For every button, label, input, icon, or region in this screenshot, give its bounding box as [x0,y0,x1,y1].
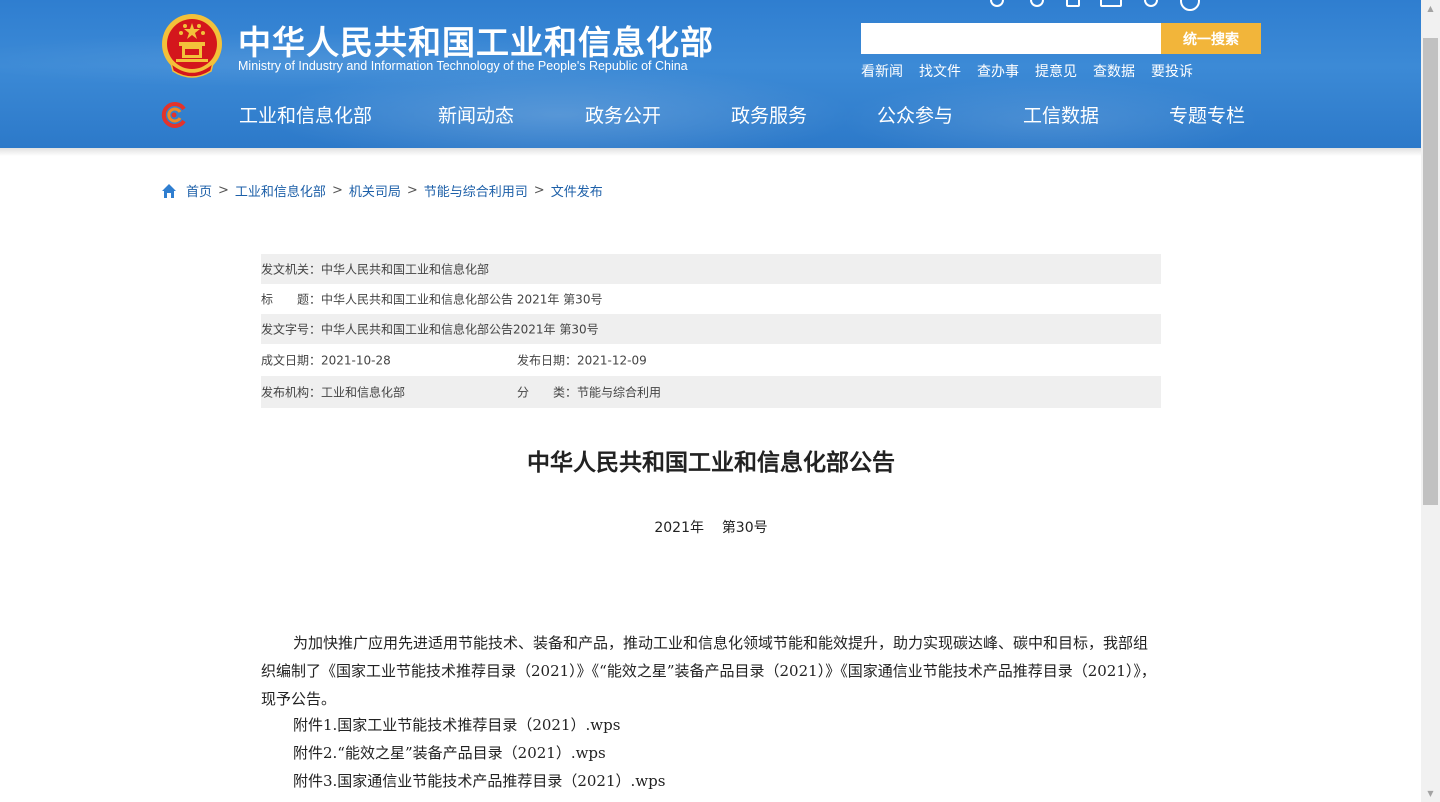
doc-number-label: 发文字号： [261,322,322,337]
breadcrumb-separator: > [406,183,418,198]
site-title[interactable]: 中华人民共和国工业和信息化部 [238,16,714,64]
issuer-label: 发文机关： [261,262,322,277]
nav-miit[interactable]: 工业和信息化部 [239,101,372,128]
breadcrumb: 首页 > 工业和信息化部 > 机关司局 > 节能与综合利用司 > 文件发布 [161,181,603,200]
doc-number-value: 中华人民共和国工业和信息化部公告2021年 第30号 [321,322,599,337]
published-date-label: 发布日期： [517,353,578,368]
accessibility-icon[interactable] [990,0,1004,7]
info-row-doc-number: 发文字号：中华人民共和国工业和信息化部公告2021年 第30号 [261,314,1161,344]
nav-gov-services[interactable]: 政务服务 [731,101,807,128]
info-row-title: 标 题：中华人民共和国工业和信息化部公告 2021年 第30号 [261,284,1161,314]
mobile-icon[interactable] [1066,0,1080,7]
info-row-dates: 成文日期：2021-10-28 发布日期：2021-12-09 [261,344,1161,376]
quick-link-services[interactable]: 查办事 [977,61,1019,81]
site-header: 中华人民共和国工业和信息化部 Ministry of Industry and … [0,0,1421,148]
scroll-down-arrow-icon[interactable]: ▼ [1421,785,1440,802]
attachment-link-2[interactable]: 附件2.“能效之星”装备产品目录（2021）.wps [293,742,606,763]
info-row-org: 发布机构：工业和信息化部 分 类：节能与综合利用 [261,376,1161,408]
breadcrumb-departments[interactable]: 机关司局 [349,181,401,200]
mail-icon[interactable] [1100,0,1122,7]
attachment-link-3[interactable]: 附件3.国家通信业节能技术产品推荐目录（2021）.wps [293,770,665,791]
language-icon[interactable] [1030,0,1044,7]
created-date-value: 2021-10-28 [321,353,391,368]
org-label: 发布机构： [261,385,322,400]
breadcrumb-file-release[interactable]: 文件发布 [551,181,603,200]
quick-link-data[interactable]: 查数据 [1093,61,1135,81]
nav-news[interactable]: 新闻动态 [438,101,514,128]
wechat-icon[interactable] [1180,0,1200,11]
published-date-value: 2021-12-09 [577,353,647,368]
breadcrumb-separator: > [533,183,545,198]
home-icon [162,183,176,198]
breadcrumb-separator: > [331,183,343,198]
title-value: 中华人民共和国工业和信息化部公告 2021年 第30号 [321,292,603,307]
title-label: 标 题： [261,292,322,307]
document-info-table: 发文机关：中华人民共和国工业和信息化部 标 题：中华人民共和国工业和信息化部公告… [261,254,1161,408]
weibo-icon[interactable] [1144,0,1158,7]
breadcrumb-separator: > [218,183,229,198]
org-value: 工业和信息化部 [321,385,406,400]
quick-link-news[interactable]: 看新闻 [861,61,903,81]
created-date-label: 成文日期： [261,353,322,368]
nav-public-participation[interactable]: 公众参与 [877,101,953,128]
quick-link-complaint[interactable]: 要投诉 [1151,61,1193,81]
search-button[interactable]: 统一搜索 [1161,23,1261,54]
doc-number: 第30号 [721,520,768,536]
scroll-up-arrow-icon[interactable]: ▲ [1421,0,1440,17]
ministry-logo-icon[interactable] [160,101,188,129]
nav-gov-info[interactable]: 政务公开 [585,101,661,128]
category-label: 分 类： [517,385,578,400]
article-paragraph: 为加快推广应用先进适用节能技术、装备和产品，推动工业和信息化领域节能和能效提升，… [261,634,1156,708]
quick-links: 看新闻 找文件 查办事 提意见 查数据 要投诉 [861,61,1193,81]
nav-special-topics[interactable]: 专题专栏 [1169,101,1245,128]
nav-data[interactable]: 工信数据 [1023,101,1099,128]
quick-link-files[interactable]: 找文件 [919,61,961,81]
breadcrumb-home[interactable]: 首页 [186,181,212,200]
breadcrumb-energy-dept[interactable]: 节能与综合利用司 [424,181,528,200]
doc-number-line: 2021年 第30号 [261,517,1161,537]
quick-link-feedback[interactable]: 提意见 [1035,61,1077,81]
scrollbar-thumb[interactable] [1423,38,1438,505]
breadcrumb-miit[interactable]: 工业和信息化部 [235,181,326,200]
national-emblem-icon[interactable] [161,13,223,79]
article-title: 中华人民共和国工业和信息化部公告 [527,450,895,476]
info-row-issuer: 发文机关：中华人民共和国工业和信息化部 [261,254,1161,284]
doc-year: 2021年 [654,520,704,536]
search-input[interactable] [861,23,1161,54]
header-shadow [0,148,1421,156]
category-value: 节能与综合利用 [577,385,662,400]
attachment-link-1[interactable]: 附件1.国家工业节能技术推荐目录（2021）.wps [293,714,620,735]
site-subtitle: Ministry of Industry and Information Tec… [238,59,688,73]
issuer-value: 中华人民共和国工业和信息化部 [321,262,490,277]
